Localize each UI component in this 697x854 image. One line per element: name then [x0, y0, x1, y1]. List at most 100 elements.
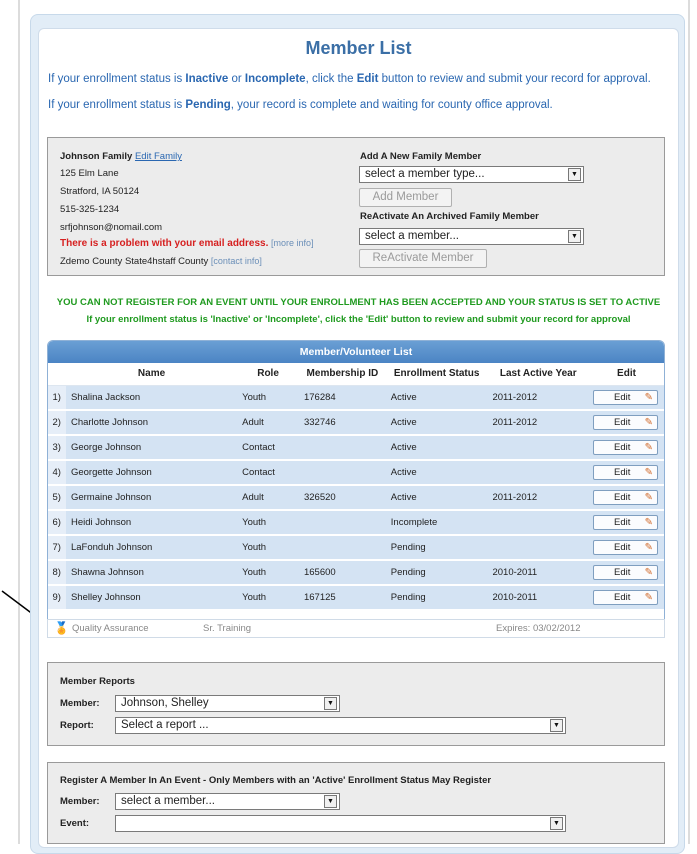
member-role: Youth: [237, 560, 299, 586]
report-select[interactable]: Select a report ... ▼: [115, 717, 566, 734]
archived-member-select[interactable]: select a member... ▼: [359, 228, 584, 245]
table-row: 8) Shawna Johnson Youth 165600 Pending 2010-2…: [48, 560, 664, 586]
member-role: Youth: [237, 385, 299, 411]
qa-label: Quality Assurance: [72, 623, 149, 634]
edit-button-label: Edit: [614, 592, 631, 603]
event-select[interactable]: ▼: [115, 815, 566, 832]
edit-member-button[interactable]: Edit ✎: [593, 389, 658, 405]
ribbon-icon: 🏅: [54, 621, 69, 635]
reports-member-select[interactable]: Johnson, Shelley ▼: [115, 695, 340, 712]
row-number: 7): [48, 535, 66, 561]
header-role: Role: [237, 363, 299, 386]
enrollment-status: Active: [385, 485, 488, 511]
table-header-row: Name Role Membership ID Enrollment Statu…: [48, 363, 664, 386]
table-row: 3) George Johnson Contact Active Edit ✎: [48, 435, 664, 461]
last-active-year: [487, 460, 589, 486]
membership-id: [298, 435, 386, 461]
enrollment-status: Pending: [385, 535, 488, 561]
member-name: Shalina Jackson: [65, 385, 238, 411]
right-rail: [688, 0, 690, 844]
edit-cell: Edit ✎: [589, 385, 664, 411]
table-row: 5) Germaine Johnson Adult 326520 Active 2011-…: [48, 485, 664, 511]
edit-member-button[interactable]: Edit ✎: [593, 540, 658, 555]
contact-info-link[interactable]: [contact info]: [211, 256, 262, 266]
edit-member-button[interactable]: Edit ✎: [593, 465, 658, 480]
enrollment-status: Pending: [385, 560, 488, 586]
pencil-icon: ✎: [644, 517, 653, 528]
edit-member-button[interactable]: Edit ✎: [593, 590, 658, 605]
table-row: 7) LaFonduh Johnson Youth Pending Edit ✎: [48, 535, 664, 561]
header-num: [48, 363, 66, 386]
register-title: Register A Member In An Event - Only Mem…: [60, 775, 492, 786]
pencil-icon: ✎: [644, 391, 653, 403]
add-member-button[interactable]: Add Member: [359, 188, 452, 207]
email-problem-text: There is a problem with your email addre…: [60, 238, 269, 249]
edit-member-button[interactable]: Edit ✎: [593, 490, 658, 505]
edit-member-button[interactable]: Edit ✎: [593, 565, 658, 580]
last-active-year: 2010-2011: [487, 585, 589, 611]
enrollment-status: Active: [385, 410, 488, 436]
pencil-icon: ✎: [644, 492, 653, 503]
pencil-icon: ✎: [644, 567, 653, 578]
member-role: Youth: [237, 535, 299, 561]
member-type-select[interactable]: select a member type... ▼: [359, 166, 584, 183]
intro-line-2: If your enrollment status is Pending, yo…: [48, 99, 553, 111]
report-select-value: Select a report ...: [121, 719, 209, 731]
member-name: Shelley Johnson: [65, 585, 238, 611]
edit-cell: Edit ✎: [589, 585, 664, 611]
row-number: 5): [48, 485, 66, 511]
pencil-icon: ✎: [644, 442, 653, 453]
member-table-title: Member/Volunteer List: [48, 341, 664, 363]
edit-cell: Edit ✎: [589, 485, 664, 511]
edit-member-button[interactable]: Edit ✎: [593, 515, 658, 530]
family-header: Johnson Family Edit Family: [60, 151, 182, 162]
register-member-select[interactable]: select a member... ▼: [115, 793, 340, 810]
chevron-down-icon: ▼: [568, 230, 581, 243]
member-role: Contact: [237, 435, 299, 461]
county-line: Zdemo County State4hstaff County [contac…: [60, 256, 262, 267]
membership-id: 332746: [298, 410, 386, 436]
add-member-label: Add A New Family Member: [360, 151, 482, 162]
qa-expires: Expires: 03/02/2012: [496, 623, 581, 634]
reactivate-label: ReActivate An Archived Family Member: [360, 211, 539, 222]
chevron-down-icon: ▼: [324, 795, 337, 808]
header-enrollment-status: Enrollment Status: [385, 363, 488, 386]
last-active-year: 2011-2012: [487, 485, 589, 511]
header-membership-id: Membership ID: [298, 363, 386, 386]
chevron-down-icon: ▼: [550, 719, 563, 732]
enrollment-status: Active: [385, 385, 488, 411]
member-name: Georgette Johnson: [65, 460, 238, 486]
header-name: Name: [65, 363, 238, 386]
chevron-down-icon: ▼: [550, 817, 563, 830]
last-active-year: [487, 535, 589, 561]
reports-report-label: Report:: [60, 720, 94, 731]
row-number: 6): [48, 510, 66, 536]
edit-button-label: Edit: [614, 492, 631, 503]
edit-button-label: Edit: [614, 467, 631, 478]
edit-member-button[interactable]: Edit ✎: [593, 415, 658, 430]
last-active-year: 2011-2012: [487, 410, 589, 436]
member-role: Youth: [237, 510, 299, 536]
member-name: Heidi Johnson: [65, 510, 238, 536]
edit-cell: Edit ✎: [589, 560, 664, 586]
member-name: Shawna Johnson: [65, 560, 238, 586]
edit-family-link[interactable]: Edit Family: [135, 151, 182, 162]
last-active-year: 2010-2011: [487, 560, 589, 586]
more-info-link[interactable]: [more info]: [271, 238, 314, 248]
membership-id: [298, 510, 386, 536]
enrollment-status: Incomplete: [385, 510, 488, 536]
email-problem-line: There is a problem with your email addre…: [60, 238, 314, 249]
edit-cell: Edit ✎: [589, 435, 664, 461]
table-row: 9) Shelley Johnson Youth 167125 Pending 2010-…: [48, 585, 664, 611]
edit-button-label: Edit: [614, 567, 631, 578]
reactivate-member-button[interactable]: ReActivate Member: [359, 249, 487, 268]
edit-member-button[interactable]: Edit ✎: [593, 440, 658, 455]
left-rail: [18, 0, 20, 844]
edit-cell: Edit ✎: [589, 510, 664, 536]
membership-id: 326520: [298, 485, 386, 511]
enrollment-status: Pending: [385, 585, 488, 611]
member-name: Charlotte Johnson: [65, 410, 238, 436]
edit-cell: Edit ✎: [589, 535, 664, 561]
register-warning-line-1: YOU CAN NOT REGISTER FOR AN EVENT UNTIL …: [56, 297, 661, 308]
reports-member-value: Johnson, Shelley: [121, 697, 209, 709]
